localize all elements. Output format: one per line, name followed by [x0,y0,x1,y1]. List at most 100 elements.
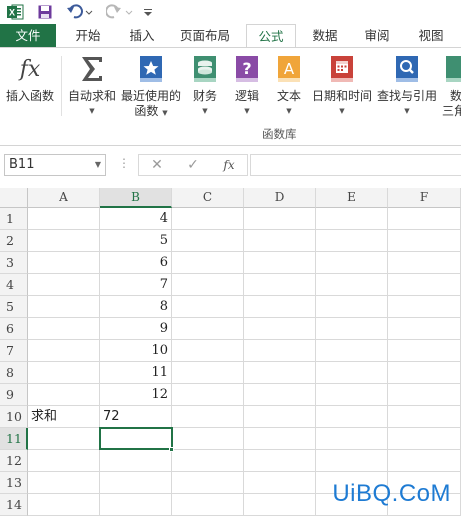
cell-e9[interactable] [316,384,388,406]
cell-e3[interactable] [316,252,388,274]
column-header-d[interactable]: D [244,188,316,208]
cell-f7[interactable] [388,340,461,362]
cell-a8[interactable] [28,362,100,384]
row-header-5[interactable]: 5 [0,296,28,318]
cell-c7[interactable] [172,340,244,362]
row-header-13[interactable]: 13 [0,472,28,494]
lookup-reference-button[interactable]: 查找与引用 ▼ [376,54,438,116]
save-icon[interactable] [37,2,53,22]
cell-e12[interactable] [316,450,388,472]
cell-c5[interactable] [172,296,244,318]
tab-file[interactable]: 文件 [0,24,56,48]
cell-a7[interactable] [28,340,100,362]
cell-f10[interactable] [388,406,461,428]
row-header-7[interactable]: 7 [0,340,28,362]
cell-e7[interactable] [316,340,388,362]
row-header-14[interactable]: 14 [0,494,28,516]
tab-home[interactable]: 开始 [66,24,110,48]
row-header-3[interactable]: 3 [0,252,28,274]
column-header-e[interactable]: E [316,188,388,208]
cell-f2[interactable] [388,230,461,252]
cell-e6[interactable] [316,318,388,340]
cell-a6[interactable] [28,318,100,340]
cell-d13[interactable] [244,472,316,494]
cell-a11[interactable] [28,428,100,450]
cell-b4[interactable]: 7 [100,274,172,296]
cell-b6[interactable]: 9 [100,318,172,340]
row-header-2[interactable]: 2 [0,230,28,252]
cell-b9[interactable]: 12 [100,384,172,406]
date-time-button[interactable]: 日期和时间 ▼ [310,54,374,116]
cell-c3[interactable] [172,252,244,274]
cell-e8[interactable] [316,362,388,384]
cell-d4[interactable] [244,274,316,296]
column-header-a[interactable]: A [28,188,100,208]
cell-b14[interactable] [100,494,172,516]
cell-a1[interactable] [28,208,100,230]
row-header-1[interactable]: 1 [0,208,28,230]
cell-a9[interactable] [28,384,100,406]
cell-c9[interactable] [172,384,244,406]
row-header-4[interactable]: 4 [0,274,28,296]
cell-d2[interactable] [244,230,316,252]
cell-f3[interactable] [388,252,461,274]
cell-c14[interactable] [172,494,244,516]
financial-button[interactable]: 财务 ▼ [188,54,222,116]
cell-c12[interactable] [172,450,244,472]
column-header-c[interactable]: C [172,188,244,208]
tab-insert[interactable]: 插入 [120,24,164,48]
cell-a5[interactable] [28,296,100,318]
cell-f5[interactable] [388,296,461,318]
cell-b3[interactable]: 6 [100,252,172,274]
cell-d14[interactable] [244,494,316,516]
cell-b1[interactable]: 4 [100,208,172,230]
tab-view[interactable]: 视图 [410,24,452,48]
cell-a3[interactable] [28,252,100,274]
cell-d11[interactable] [244,428,316,450]
tab-data[interactable]: 数据 [304,24,346,48]
cell-c2[interactable] [172,230,244,252]
cell-a14[interactable] [28,494,100,516]
insert-function-fx-button[interactable]: fx [211,158,247,172]
column-header-f[interactable]: F [388,188,461,208]
cell-c4[interactable] [172,274,244,296]
cell-f9[interactable] [388,384,461,406]
undo-icon[interactable] [66,2,94,22]
resize-handle[interactable]: ⋮ [118,156,130,170]
cell-d9[interactable] [244,384,316,406]
cell-f6[interactable] [388,318,461,340]
redo-icon[interactable] [106,2,134,22]
row-header-10[interactable]: 10 [0,406,28,428]
cell-c10[interactable] [172,406,244,428]
cell-f12[interactable] [388,450,461,472]
column-header-b[interactable]: B [100,188,172,208]
cell-f1[interactable] [388,208,461,230]
cell-d5[interactable] [244,296,316,318]
cell-f11[interactable] [388,428,461,450]
cancel-button[interactable]: ✕ [139,157,175,173]
cell-b13[interactable] [100,472,172,494]
cell-a13[interactable] [28,472,100,494]
tab-review[interactable]: 审阅 [356,24,398,48]
cell-b10[interactable]: 72 [100,406,172,428]
row-header-11[interactable]: 11 [0,428,28,450]
row-header-8[interactable]: 8 [0,362,28,384]
cell-e10[interactable] [316,406,388,428]
select-all-corner[interactable] [0,188,28,208]
cell-d3[interactable] [244,252,316,274]
cell-d8[interactable] [244,362,316,384]
cell-c8[interactable] [172,362,244,384]
cell-d10[interactable] [244,406,316,428]
autosum-button[interactable]: 自动求和 ▼ [66,54,118,116]
cell-d1[interactable] [244,208,316,230]
cell-a10[interactable]: 求和 [28,406,100,428]
recently-used-button[interactable]: 最近使用的 函数 ▼ [120,54,182,120]
cell-c6[interactable] [172,318,244,340]
cell-d7[interactable] [244,340,316,362]
cell-c11[interactable] [172,428,244,450]
cell-a4[interactable] [28,274,100,296]
text-button[interactable]: A 文本 ▼ [272,54,306,116]
row-header-12[interactable]: 12 [0,450,28,472]
active-cell-b11[interactable] [99,427,173,450]
insert-function-button[interactable]: fx 插入函数 [4,54,56,103]
